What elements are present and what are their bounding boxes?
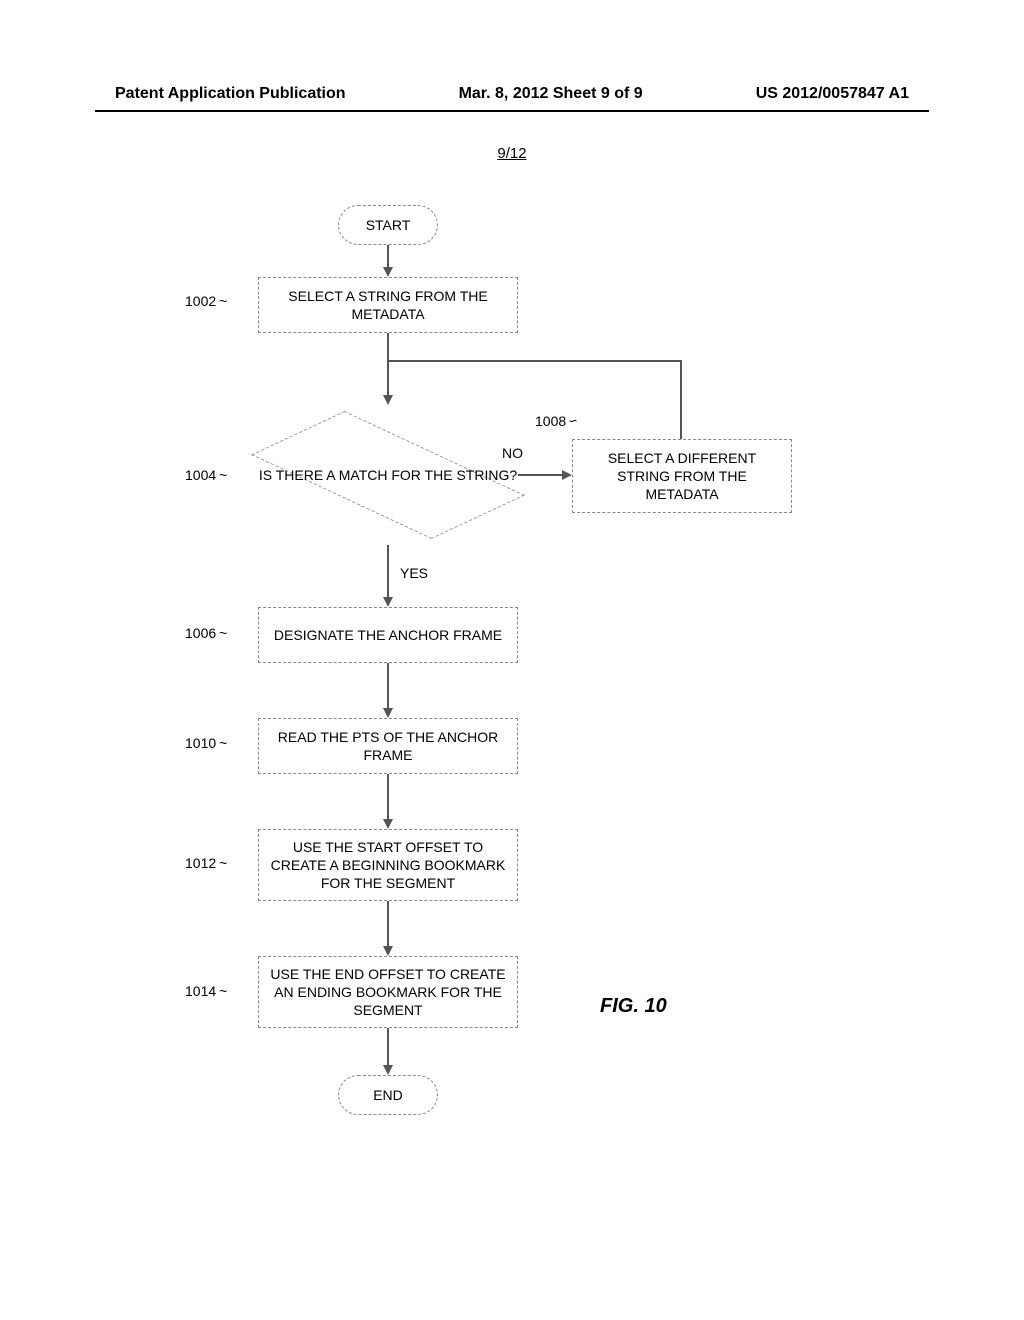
step-1008: SELECT A DIFFERENT STRING FROM THE METAD… (572, 439, 792, 513)
arrow-head-down-icon (383, 267, 393, 277)
start-label: START (366, 216, 411, 234)
arrow-line (387, 245, 389, 269)
ref-1014: 1014~ (185, 983, 227, 999)
step-1006: DESIGNATE THE ANCHOR FRAME (258, 607, 518, 663)
ref-1006: 1006~ (185, 625, 227, 641)
step-1004-decision: IS THERE A MATCH FOR THE STRING? (258, 405, 518, 545)
step-1002-text: SELECT A STRING FROM THE METADATA (269, 287, 507, 323)
step-1010: READ THE PTS OF THE ANCHOR FRAME (258, 718, 518, 774)
ref-1012: 1012~ (185, 855, 227, 871)
step-1010-text: READ THE PTS OF THE ANCHOR FRAME (269, 728, 507, 764)
arrow-head-down-icon (383, 819, 393, 829)
page-fraction: 9/12 (0, 145, 1024, 162)
edge-yes-label: YES (398, 565, 430, 581)
step-1002: SELECT A STRING FROM THE METADATA (258, 277, 518, 333)
ref-tilde-icon: ~ (219, 983, 227, 999)
page-header: Patent Application Publication Mar. 8, 2… (0, 85, 1024, 103)
arrow-head-down-icon (383, 1065, 393, 1075)
ref-1010: 1010~ (185, 735, 227, 751)
end-label: END (373, 1086, 403, 1104)
arrow-line (387, 663, 389, 711)
ref-1002: 1002~ (185, 293, 227, 309)
ref-tilde-icon: ~ (219, 855, 227, 871)
step-1006-text: DESIGNATE THE ANCHOR FRAME (274, 626, 502, 644)
header-center: Mar. 8, 2012 Sheet 9 of 9 (459, 85, 643, 103)
header-right: US 2012/0057847 A1 (756, 85, 909, 103)
arrow-line (389, 360, 682, 362)
arrow-line (387, 545, 389, 600)
arrow-line (387, 774, 389, 822)
ref-1008: 1008~ (535, 413, 577, 429)
step-1014: USE THE END OFFSET TO CREATE AN ENDING B… (258, 956, 518, 1028)
figure-label: FIG. 10 (600, 995, 667, 1018)
arrow-head-down-icon (383, 597, 393, 607)
arrow-head-down-icon (383, 395, 393, 405)
step-1012: USE THE START OFFSET TO CREATE A BEGINNI… (258, 829, 518, 901)
header-left: Patent Application Publication (115, 85, 346, 103)
arrow-head-down-icon (383, 946, 393, 956)
step-1014-text: USE THE END OFFSET TO CREATE AN ENDING B… (269, 965, 507, 1020)
ref-tilde-icon: ~ (569, 413, 577, 429)
arrow-head-down-icon (383, 708, 393, 718)
ref-tilde-icon: ~ (219, 293, 227, 309)
step-1012-text: USE THE START OFFSET TO CREATE A BEGINNI… (269, 838, 507, 893)
step-1004-text: IS THERE A MATCH FOR THE STRING? (258, 405, 518, 545)
ref-tilde-icon: ~ (219, 735, 227, 751)
arrow-line (387, 333, 389, 398)
ref-tilde-icon: ~ (219, 467, 227, 483)
arrow-head-right-icon (562, 470, 572, 480)
arrow-line (518, 474, 565, 476)
start-terminator: START (338, 205, 438, 245)
arrow-line (387, 1028, 389, 1068)
header-rule (95, 110, 929, 112)
arrow-line (680, 360, 682, 439)
arrow-line (387, 901, 389, 949)
end-terminator: END (338, 1075, 438, 1115)
ref-tilde-icon: ~ (219, 625, 227, 641)
step-1008-text: SELECT A DIFFERENT STRING FROM THE METAD… (583, 449, 781, 504)
ref-1004: 1004~ (185, 467, 227, 483)
